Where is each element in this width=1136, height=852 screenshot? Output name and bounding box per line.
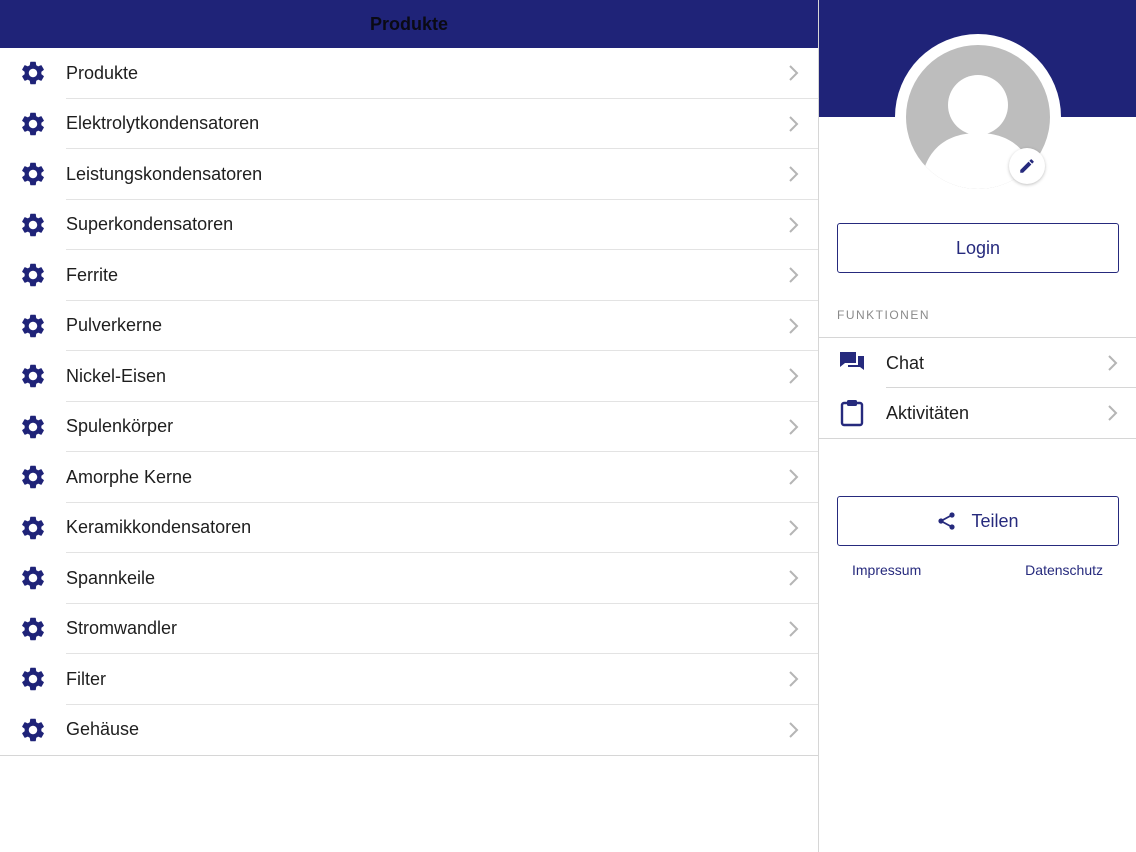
gear-icon <box>19 160 47 188</box>
list-item-label: Gehäuse <box>66 719 140 740</box>
list-item-label: Keramikkondensatoren <box>66 517 252 538</box>
chevron-right-icon <box>789 621 799 637</box>
list-item-label: Stromwandler <box>66 618 178 639</box>
list-item-label: Superkondensatoren <box>66 214 234 235</box>
gear-icon <box>19 463 47 491</box>
gear-icon <box>19 665 47 693</box>
list-item[interactable]: Filter <box>0 654 818 705</box>
chevron-right-icon <box>789 116 799 132</box>
chevron-right-icon <box>789 469 799 485</box>
list-item[interactable]: Spannkeile <box>0 553 818 604</box>
list-item[interactable]: Nickel-Eisen <box>0 351 818 402</box>
list-item[interactable]: Elektrolytkondensatoren <box>0 99 818 149</box>
login-label: Login <box>955 237 1001 258</box>
list-item-label: Pulverkerne <box>66 315 163 336</box>
list-item-label: Amorphe Kerne <box>66 466 193 487</box>
products-pane: Produkte Produkte Elektrolytkondensatoren… <box>0 0 818 852</box>
list-item-label: Leistungskondensatoren <box>66 163 263 184</box>
function-item-aktivitaeten[interactable]: Aktivitäten <box>819 388 1136 438</box>
chevron-right-icon <box>789 722 799 738</box>
list-item[interactable]: Leistungskondensatoren <box>0 149 818 200</box>
chevron-right-icon <box>789 419 799 435</box>
page-title: Produkte <box>369 13 448 34</box>
share-label: Teilen <box>971 510 1019 531</box>
list-item[interactable]: Amorphe Kerne <box>0 452 818 503</box>
share-button[interactable]: Teilen <box>837 496 1119 546</box>
list-item[interactable]: Pulverkerne <box>0 301 818 351</box>
chevron-right-icon <box>789 65 799 81</box>
gear-icon <box>19 211 47 239</box>
gear-icon <box>19 514 47 542</box>
login-button[interactable]: Login <box>837 223 1119 273</box>
gear-icon <box>19 564 47 592</box>
list-item-label: Elektrolytkondensatoren <box>66 113 260 134</box>
list-item[interactable]: Gehäuse <box>0 705 818 756</box>
chevron-right-icon <box>789 318 799 334</box>
list-item-label: Spulenkörper <box>66 416 174 437</box>
chevron-right-icon <box>789 217 799 233</box>
gear-icon <box>19 615 47 643</box>
function-item-chat[interactable]: Chat <box>819 338 1136 388</box>
gear-icon <box>19 110 47 138</box>
pencil-icon <box>1020 159 1034 173</box>
list-item[interactable]: Superkondensatoren <box>0 200 818 250</box>
list-item[interactable]: Spulenkörper <box>0 402 818 452</box>
function-label: Chat <box>886 352 925 373</box>
gear-icon <box>19 261 47 289</box>
product-list: Produkte Elektrolytkondensatoren Leistungs… <box>0 48 818 756</box>
list-item[interactable]: Keramikkondensatoren <box>0 503 818 553</box>
list-item-label: Nickel-Eisen <box>66 365 167 386</box>
side-panel: Login FUNKTIONEN Chat Aktivitäten Teilen… <box>818 0 1136 852</box>
gear-icon <box>19 716 47 744</box>
list-item[interactable]: Produkte <box>0 48 818 99</box>
edit-avatar-button[interactable] <box>1009 148 1045 184</box>
chevron-right-icon <box>789 368 799 384</box>
clipboard-icon <box>838 399 866 427</box>
list-item-label: Spannkeile <box>66 567 156 588</box>
functions-section-title: FUNKTIONEN <box>837 308 930 322</box>
share-icon <box>938 512 956 530</box>
chevron-right-icon <box>789 671 799 687</box>
impressum-link[interactable]: Impressum <box>852 562 921 578</box>
list-item-label: Produkte <box>66 62 139 83</box>
list-item[interactable]: Stromwandler <box>0 604 818 654</box>
functions-list: Chat Aktivitäten <box>819 337 1136 439</box>
list-item-label: Filter <box>66 668 106 689</box>
chevron-right-icon <box>1108 355 1118 371</box>
gear-icon <box>19 413 47 441</box>
function-label: Aktivitäten <box>886 402 970 423</box>
chevron-right-icon <box>789 267 799 283</box>
list-item-label: Ferrite <box>66 264 119 285</box>
gear-icon <box>19 59 47 87</box>
chat-icon <box>838 349 866 377</box>
gear-icon <box>19 312 47 340</box>
datenschutz-link[interactable]: Datenschutz <box>1025 562 1103 578</box>
chevron-right-icon <box>789 166 799 182</box>
gear-icon <box>19 362 47 390</box>
chevron-right-icon <box>789 520 799 536</box>
chevron-right-icon <box>1108 405 1118 421</box>
list-item[interactable]: Ferrite <box>0 250 818 301</box>
chevron-right-icon <box>789 570 799 586</box>
top-bar: Produkte <box>0 0 818 48</box>
